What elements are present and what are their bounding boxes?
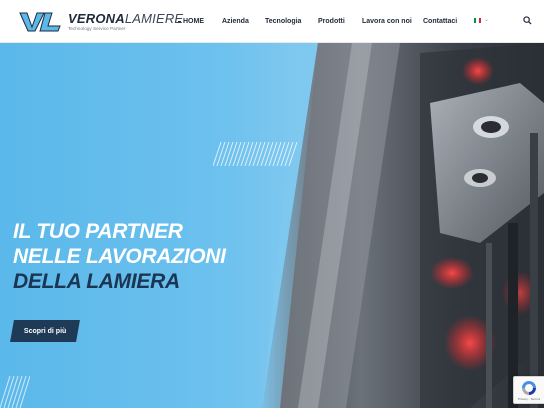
brand-name-bold: VERONA — [68, 11, 125, 27]
decorative-hatch-top — [213, 142, 298, 166]
hero-banner: IL TUO PARTNER NELLE LAVORAZIONI DELLA L… — [0, 43, 544, 408]
brand-name: VERONALAMIERE — [68, 12, 183, 25]
brand-tagline: Technology Service Partner — [68, 26, 126, 32]
italy-flag-icon[interactable] — [474, 18, 481, 23]
nav-item-home[interactable]: HOME — [178, 18, 204, 25]
active-indicator — [178, 21, 181, 22]
nav-item-lavora-con-noi[interactable]: Lavora con noi — [362, 18, 412, 25]
site-header: VERONALAMIERE Technology Service Partner… — [0, 0, 544, 43]
recaptcha-icon — [522, 381, 536, 395]
chevron-down-icon[interactable]: ⌄ — [484, 16, 489, 23]
logo-mark-icon — [19, 12, 61, 32]
site-logo[interactable]: VERONALAMIERE Technology Service Partner — [18, 10, 183, 34]
nav-item-contattaci[interactable]: Contattaci — [423, 18, 457, 25]
nav-item-azienda[interactable]: Azienda — [222, 18, 249, 25]
brand-name-light: LAMIERE — [124, 11, 184, 27]
nav-item-prodotti[interactable]: Prodotti — [318, 18, 345, 25]
discover-more-button[interactable]: Scopri di più — [10, 320, 80, 342]
nav-item-label: HOME — [183, 18, 204, 25]
recaptcha-links[interactable]: Privacy - Termini — [518, 397, 540, 401]
decorative-hatch-bottom — [0, 376, 30, 408]
headline-line-3: DELLA LAMIERA — [13, 270, 180, 293]
headline-line-2: NELLE LAVORAZIONI — [13, 245, 226, 268]
headline-line-1: IL TUO PARTNER — [13, 220, 183, 243]
hero-headline: IL TUO PARTNER NELLE LAVORAZIONI DELLA L… — [13, 219, 226, 294]
recaptcha-badge[interactable]: Privacy - Termini — [513, 376, 544, 404]
cta-label: Scopri di più — [23, 327, 67, 335]
search-icon[interactable] — [523, 16, 532, 25]
nav-item-tecnologia[interactable]: Tecnologia — [265, 18, 301, 25]
